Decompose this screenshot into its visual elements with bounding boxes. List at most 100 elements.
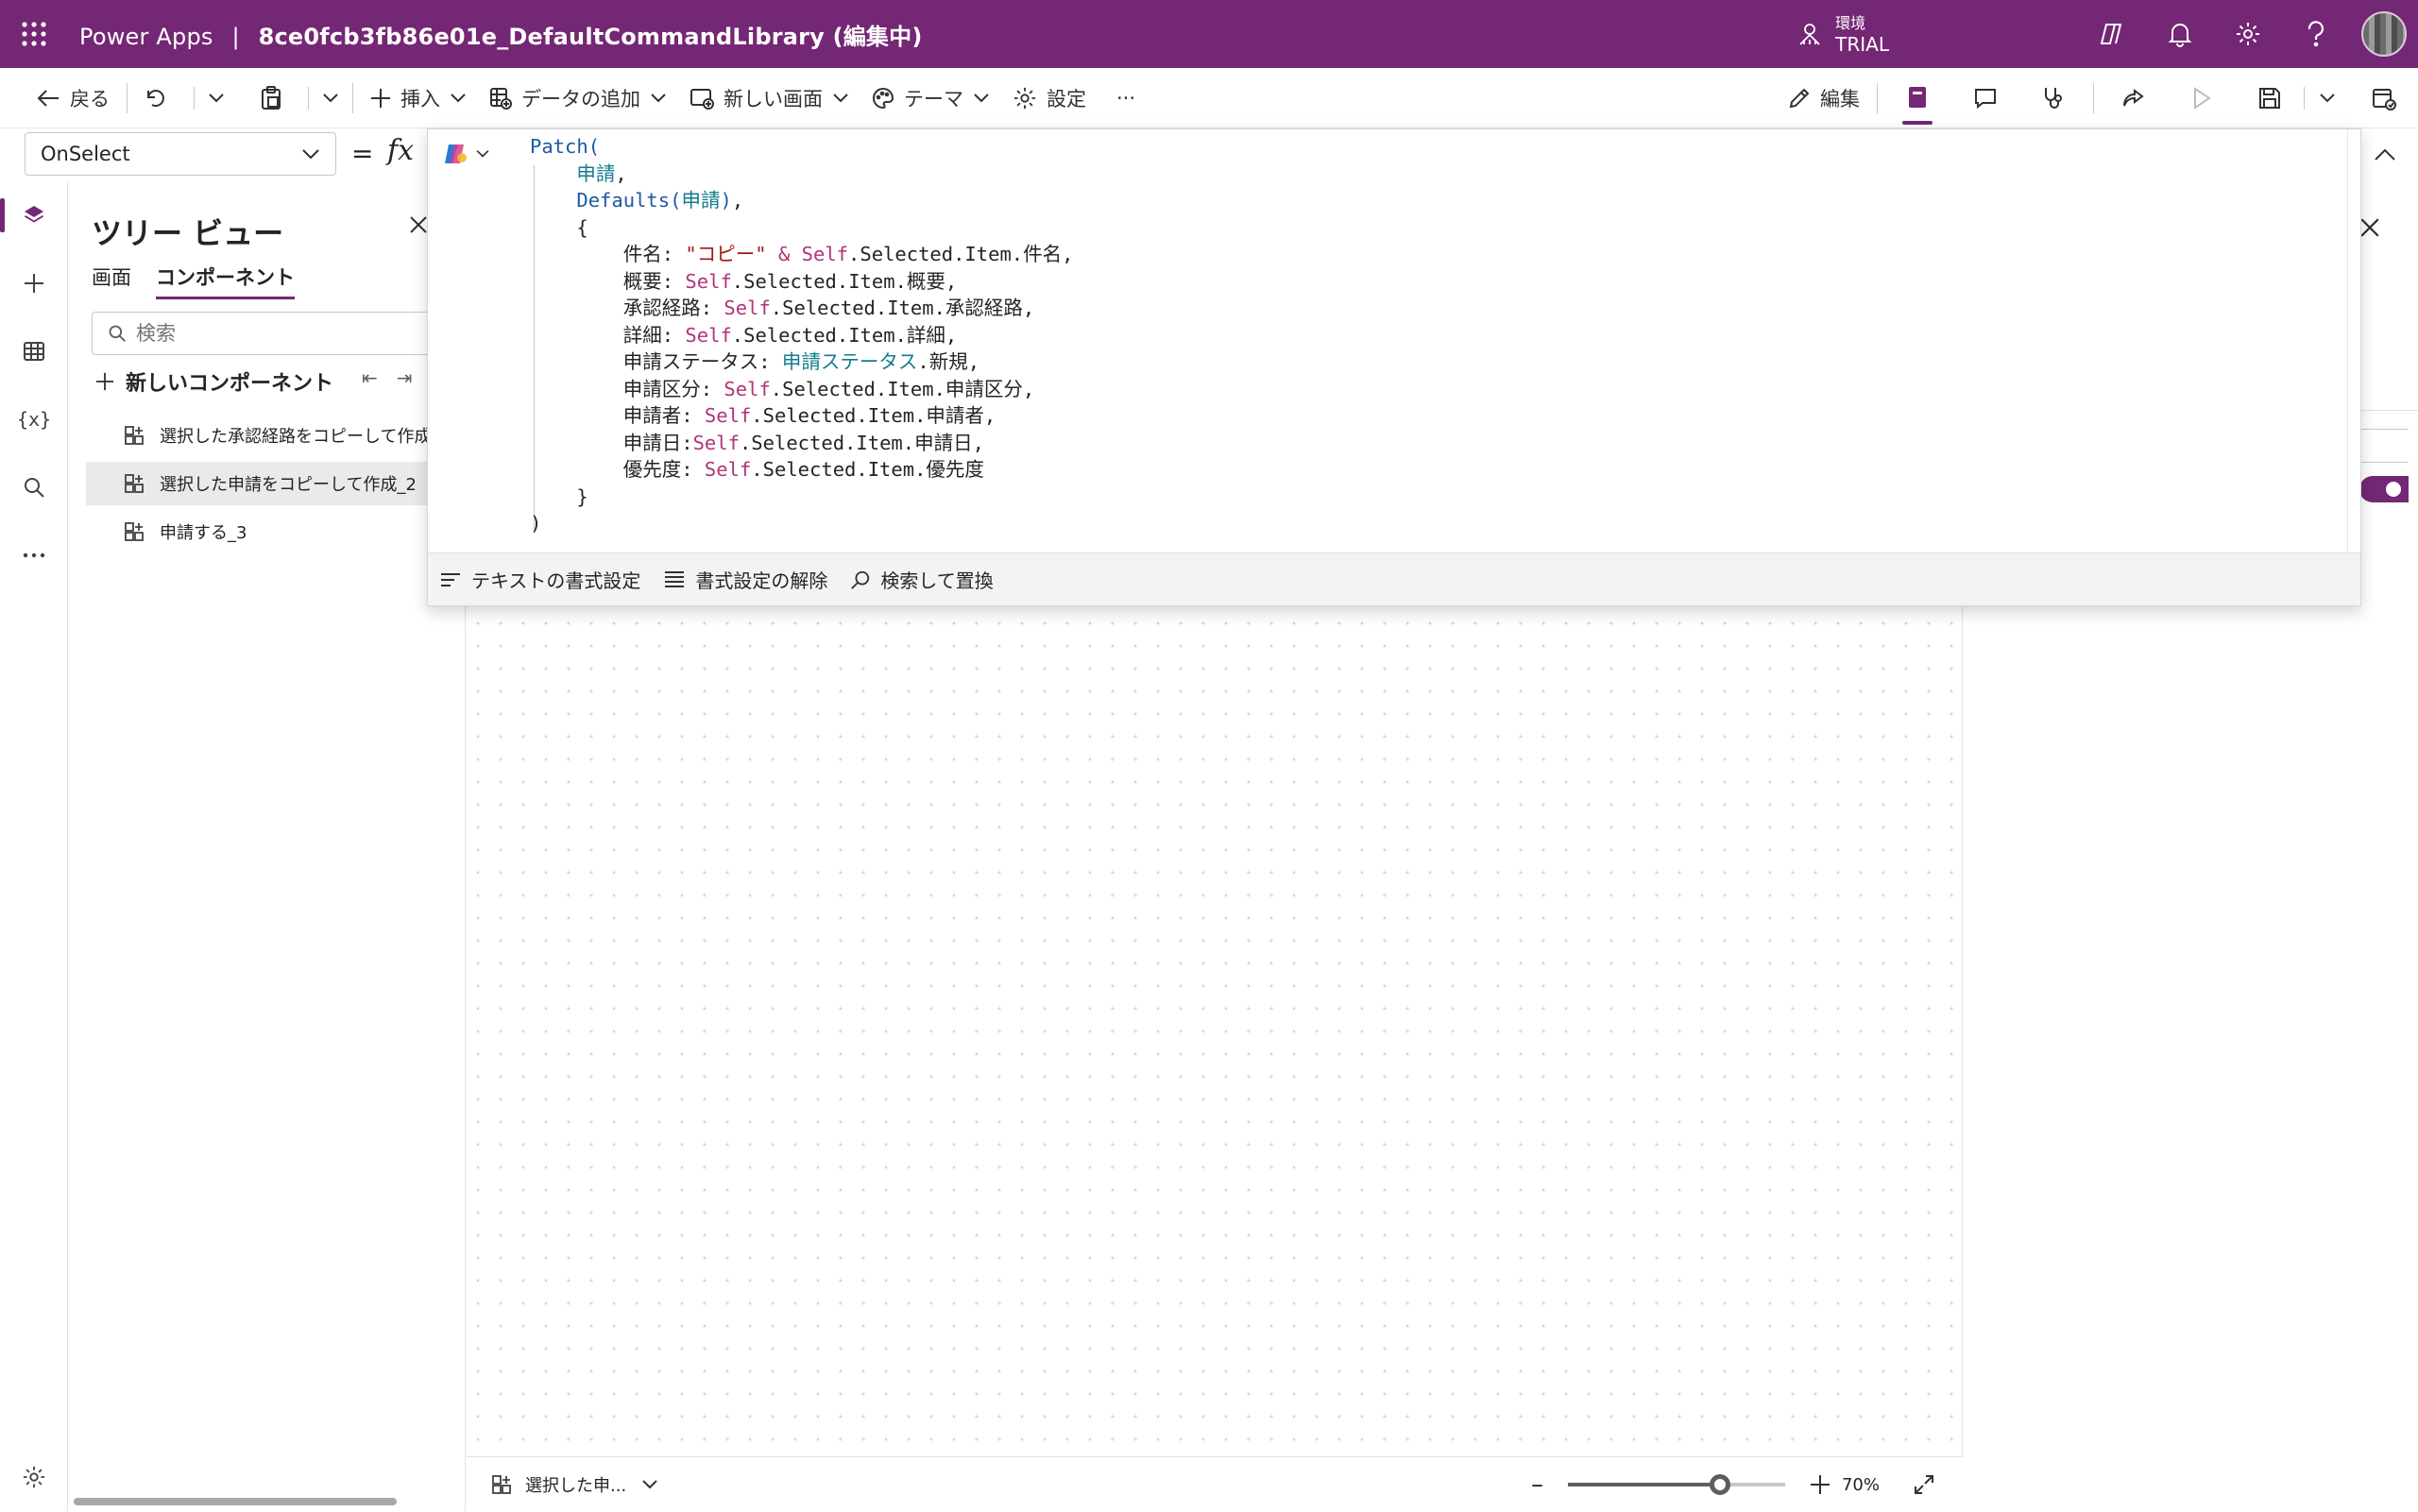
more-horizontal-icon (23, 552, 45, 558)
new-screen-label: 新しい画面 (724, 87, 823, 110)
rail-variables[interactable]: {x} (0, 385, 68, 453)
tree-search-box[interactable] (92, 312, 451, 355)
edit-label: 編集 (1820, 88, 1860, 110)
save-icon[interactable] (2236, 68, 2304, 128)
tab-screens[interactable]: 画面 (92, 263, 131, 299)
component-icon (125, 522, 144, 541)
table-icon (24, 342, 44, 361)
app-header: Power Apps | 8ce0fcb3fb86e01e_DefaultCom… (0, 0, 2418, 68)
zoom-out-button[interactable]: – (1531, 1470, 1543, 1499)
rail-settings[interactable] (0, 1443, 68, 1511)
collapse-formula-button[interactable] (2361, 136, 2409, 174)
zoom-slider-fill (1567, 1483, 1720, 1487)
code-line: 詳細: Self.Selected.Item.詳細, (530, 323, 958, 347)
rail-insert[interactable] (0, 249, 68, 317)
theme-button[interactable]: テーマ (860, 76, 1001, 121)
tree-item-label: 申請する_3 (160, 523, 247, 543)
settings-button[interactable]: 設定 (1001, 76, 1098, 121)
help-icon[interactable] (2282, 0, 2350, 68)
tree-horizontal-scrollbar[interactable] (74, 1498, 397, 1505)
property-dropdown[interactable]: OnSelect (25, 132, 336, 176)
insert-label: 挿入 (400, 87, 440, 110)
screen-name: 選択した申... (525, 1475, 627, 1496)
app-checker-book-icon[interactable] (1883, 68, 1951, 128)
new-component-button[interactable]: 新しいコンポーネント (95, 366, 333, 397)
code-line: 申請, (576, 161, 627, 185)
copilot-icon (445, 144, 467, 163)
tree-item-selected[interactable]: 選択した申請をコピーして作成_2 (86, 462, 464, 505)
paste-button[interactable] (249, 76, 302, 121)
expand-icon[interactable] (1914, 1474, 1934, 1495)
new-screen-button[interactable]: 新しい画面 (678, 76, 860, 121)
code-line: 概要: Self.Selected.Item.概要, (530, 269, 958, 293)
tree-item-label: 選択した申請をコピーして作成_2 (160, 475, 417, 495)
edit-button[interactable]: 編集 (1777, 76, 1871, 121)
close-properties-button[interactable] (2359, 217, 2380, 238)
undo-button[interactable] (133, 76, 188, 121)
more-commands-button[interactable]: ··· (1105, 76, 1147, 121)
editor-vertical-scrollbar[interactable] (2347, 129, 2360, 552)
zoom-slider-thumb[interactable] (1709, 1474, 1730, 1495)
divider (194, 86, 195, 110)
app-launcher-icon[interactable] (0, 0, 68, 68)
tree-item-label: 選択した承認経路をコピーして作成 (160, 427, 432, 447)
back-button[interactable]: 戻る (25, 76, 121, 121)
zoom-slider[interactable] (1567, 1474, 1785, 1495)
stethoscope-icon[interactable] (2019, 68, 2087, 128)
search-input[interactable] (136, 322, 400, 345)
collapse-left-icon[interactable]: ⇤ (362, 366, 378, 389)
insert-button[interactable]: 挿入 (359, 76, 478, 121)
copilot-icon[interactable] (2078, 0, 2146, 68)
publish-icon[interactable] (2350, 68, 2418, 128)
comments-icon[interactable] (1951, 68, 2019, 128)
tree-item[interactable]: 選択した承認経路をコピーして作成 (86, 414, 464, 457)
format-text-label: テキストの書式設定 (471, 569, 641, 592)
divider (352, 82, 353, 113)
share-icon[interactable] (2100, 68, 2168, 128)
code-line: 申請日:Self.Selected.Item.申請日, (530, 431, 984, 454)
remove-format-button[interactable]: 書式設定の解除 (663, 566, 827, 593)
user-avatar[interactable] (2361, 11, 2407, 57)
save-dropdown[interactable] (2305, 68, 2350, 128)
plus-icon (25, 274, 43, 293)
rail-search[interactable] (0, 453, 68, 521)
table-add-icon (490, 87, 512, 110)
property-input[interactable] (2359, 429, 2409, 463)
add-data-button[interactable]: データの追加 (478, 76, 678, 121)
zoom-control: – 70% (1531, 1457, 1934, 1512)
copilot-formula-button[interactable] (443, 141, 490, 167)
code-line: Patch( (530, 135, 601, 158)
find-replace-button[interactable]: 検索して置換 (850, 566, 994, 593)
tab-components[interactable]: コンポーネント (156, 263, 295, 299)
zoom-in-plus-icon[interactable] (1810, 1474, 1831, 1495)
expand-right-icon[interactable]: ⇥ (397, 366, 413, 389)
rail-more[interactable] (0, 521, 68, 589)
code-line: } (530, 484, 588, 508)
property-toggle[interactable] (2359, 476, 2409, 502)
environment-picker[interactable]: 環境 TRIAL (1797, 13, 1889, 55)
settings-gear-icon[interactable] (2214, 0, 2282, 68)
app-title: Power Apps | 8ce0fcb3fb86e01e_DefaultCom… (79, 18, 923, 51)
tree-item[interactable]: 申請する_3 (86, 510, 464, 553)
divider (2359, 410, 2418, 411)
variables-icon: {x} (16, 408, 52, 431)
rail-tree-view[interactable] (0, 181, 68, 249)
paste-dropdown[interactable] (315, 76, 347, 121)
rail-data[interactable] (0, 317, 68, 385)
command-bar: 戻る 挿入 データの追加 新しい画面 テーマ 設定 ··· 編集 (0, 68, 2418, 128)
close-panel-button[interactable] (409, 215, 428, 234)
chevron-down-icon (209, 93, 224, 102)
screen-selector[interactable]: 選択した申... (491, 1472, 672, 1497)
close-icon (410, 216, 427, 233)
chevron-down-icon (642, 1479, 657, 1488)
screen-add-icon (690, 88, 714, 110)
code-line: 承認経路: Self.Selected.Item.承認経路, (530, 297, 1035, 319)
divider (127, 82, 128, 113)
undo-dropdown[interactable] (200, 76, 232, 121)
component-icon (125, 474, 144, 493)
zoom-percent: 70% (1841, 1474, 1880, 1495)
formula-code[interactable]: Patch( 申請, Defaults(申請), { 件名: "コピー" & S… (530, 129, 2324, 552)
notification-bell-icon[interactable] (2146, 0, 2214, 68)
format-text-button[interactable]: テキストの書式設定 (439, 566, 640, 593)
play-preview-icon[interactable] (2168, 68, 2236, 128)
